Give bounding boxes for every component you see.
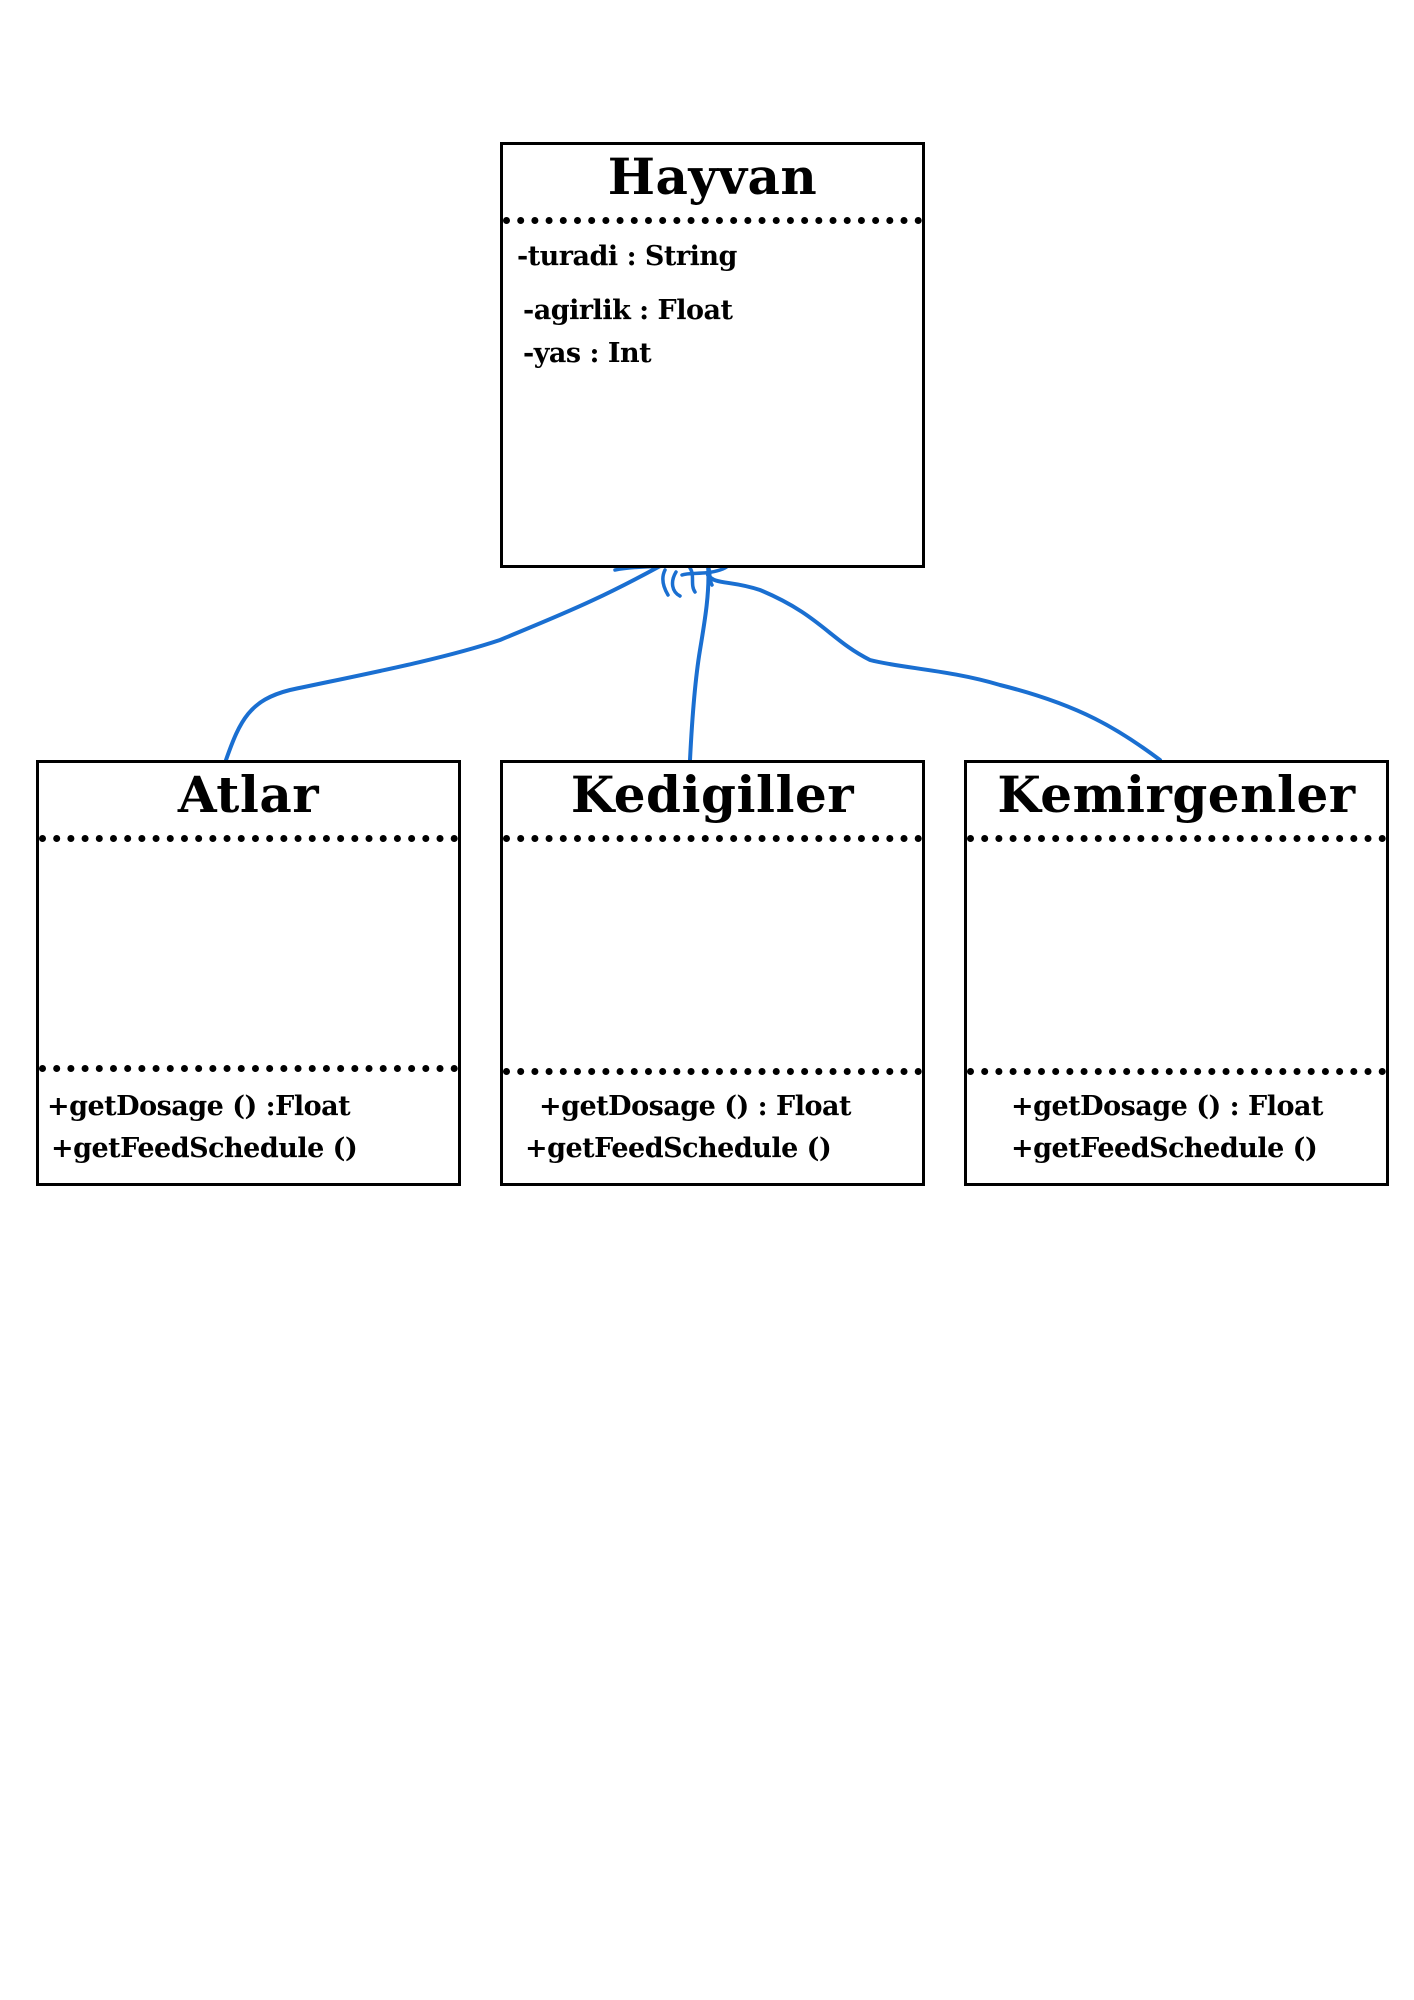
- method-getfeedschedule: +getFeedSchedule (): [1011, 1133, 1318, 1164]
- connector-kemirgenler: [706, 573, 1162, 762]
- class-hayvan: Hayvan -turadi : String -agirlik : Float…: [500, 142, 925, 568]
- connector-atlar: [224, 553, 682, 762]
- class-title-hayvan: Hayvan: [607, 147, 818, 206]
- class-kedigiller: Kedigiller +getDosage () : Float +getFee…: [500, 760, 925, 1186]
- connector-kedigiller: [688, 563, 711, 762]
- class-kemirgenler: Kemirgenler +getDosage () : Float +getFe…: [964, 760, 1389, 1186]
- class-atlar: Atlar +getDosage () :Float +getFeedSched…: [36, 760, 461, 1186]
- method-getfeedschedule: +getFeedSchedule (): [51, 1133, 358, 1164]
- class-title-kedigiller: Kedigiller: [570, 765, 855, 824]
- class-separator: [503, 217, 922, 224]
- attribute-turadi: -turadi : String: [517, 241, 737, 272]
- method-getfeedschedule: +getFeedSchedule (): [525, 1133, 832, 1164]
- class-title-atlar: Atlar: [177, 765, 320, 824]
- class-separator: [39, 835, 458, 842]
- attribute-agirlik: -agirlik : Float: [523, 295, 733, 326]
- attribute-yas: -yas : Int: [523, 338, 652, 369]
- class-separator: [967, 1068, 1386, 1075]
- method-getdosage: +getDosage () : Float: [539, 1091, 851, 1122]
- method-getdosage: +getDosage () : Float: [1011, 1091, 1323, 1122]
- class-separator: [503, 835, 922, 842]
- class-title-kemirgenler: Kemirgenler: [997, 765, 1356, 824]
- class-separator: [967, 835, 1386, 842]
- method-getdosage: +getDosage () :Float: [47, 1091, 351, 1122]
- class-separator: [39, 1065, 458, 1072]
- class-separator: [503, 1068, 922, 1075]
